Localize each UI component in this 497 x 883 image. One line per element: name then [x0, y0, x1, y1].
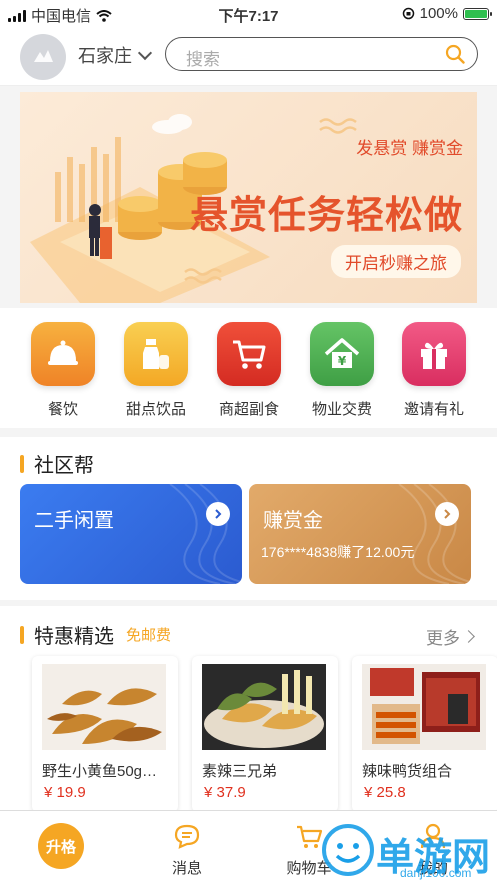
section-accent-bar [20, 454, 24, 473]
product-price: ¥ 37.9 [204, 784, 246, 801]
tab-messages[interactable]: 消息 [142, 817, 232, 878]
card-wave-decoration [169, 484, 242, 584]
product-name: 辣味鸭货组合 [362, 763, 453, 780]
gift-icon [402, 322, 466, 386]
watermark: 单游网 danji100.com [318, 818, 496, 880]
deals-title: 特惠精选 [34, 626, 114, 648]
category-label: 物业交费 [311, 401, 372, 418]
battery-icon [463, 7, 492, 20]
card-subtitle: 176****4838赚了12.00元 [261, 544, 415, 560]
category-label: 餐饮 [47, 401, 78, 418]
tab-label: 消息 [171, 860, 202, 877]
category-label: 甜点饮品 [125, 401, 186, 418]
product-card[interactable]: 辣味鸭货组合 ¥ 25.8 [352, 656, 497, 812]
chevron-right-icon [462, 630, 475, 643]
card-earn-bounty[interactable]: 赚赏金 176****4838赚了12.00元 [249, 484, 471, 584]
product-image [42, 664, 166, 750]
watermark-logo-icon [322, 824, 374, 876]
category-item-property-fee[interactable]: ¥ 物业交费 [302, 322, 382, 419]
category-item-desserts[interactable]: 甜点饮品 [116, 322, 196, 419]
svg-text:¥: ¥ [338, 354, 347, 368]
category-item-invite[interactable]: 邀请有礼 [394, 322, 474, 419]
category-item-supermarket[interactable]: 商超副食 [209, 322, 289, 419]
top-header: 石家庄 搜索 [0, 28, 497, 86]
shopping-cart-icon [217, 322, 281, 386]
orientation-lock-icon [402, 7, 414, 20]
status-bar: 中国电信 下午7:17 100% [0, 0, 497, 28]
chevron-down-icon [137, 45, 153, 60]
city-selector[interactable]: 石家庄 [78, 42, 153, 68]
banner-headline: 悬赏任务轻松做 [189, 195, 463, 237]
product-name: 素辣三兄弟 [202, 763, 278, 780]
card-secondhand[interactable]: 二手闲置 [20, 484, 242, 584]
product-image [362, 664, 486, 750]
more-link[interactable]: 更多 [426, 624, 475, 649]
product-card[interactable]: 素辣三兄弟 ¥ 37.9 [192, 656, 338, 812]
category-label: 邀请有礼 [403, 401, 464, 418]
card-title: 赚赏金 [263, 510, 323, 532]
product-name: 野生小黄鱼50g… [42, 763, 158, 780]
card-title: 二手闲置 [34, 510, 114, 532]
more-label: 更多 [426, 629, 460, 648]
logo-placeholder-icon [34, 50, 53, 62]
product-image [202, 664, 326, 750]
section-title: 社区帮 [20, 449, 94, 478]
category-grid: 餐饮 甜点饮品 商超副食 ¥ 物业交费 邀请有礼 [0, 308, 497, 428]
banner-tagline: 发悬赏 赚赏金 [356, 139, 463, 158]
watermark-url: danji100.com [400, 866, 472, 880]
battery-percent: 100% [419, 5, 458, 22]
product-price: ¥ 19.9 [44, 784, 86, 801]
search-placeholder: 搜索 [186, 50, 220, 69]
product-card[interactable]: 野生小黄鱼50g… ¥ 19.9 [32, 656, 178, 812]
milk-bottle-icon [124, 322, 188, 386]
tab-home[interactable]: 升格 [38, 823, 84, 869]
community-title: 社区帮 [34, 455, 94, 477]
section-accent-bar [20, 625, 24, 644]
banner-cta[interactable]: 开启秒赚之旅 [331, 245, 461, 278]
card-wave-decoration [398, 484, 471, 584]
search-input[interactable]: 搜索 [165, 37, 478, 71]
chevron-right-icon[interactable] [206, 502, 230, 526]
house-yen-icon: ¥ [310, 322, 374, 386]
chevron-right-icon[interactable] [435, 502, 459, 526]
search-icon[interactable] [445, 44, 465, 64]
category-item-dining[interactable]: 餐饮 [23, 322, 103, 419]
category-label: 商超副食 [218, 401, 279, 418]
avatar[interactable] [20, 34, 66, 80]
chat-bubble-icon [174, 824, 200, 849]
product-price: ¥ 25.8 [364, 784, 406, 801]
promo-banner[interactable]: 发悬赏 赚赏金 悬赏任务轻松做 开启秒赚之旅 [20, 92, 477, 303]
app-screen: 中国电信 下午7:17 100% 石家庄 搜索 发悬赏 赚赏金 悬赏任务轻松做 … [0, 0, 497, 883]
city-label: 石家庄 [78, 46, 132, 66]
community-section: 社区帮 二手闲置 赚赏金 176****4838赚了12.00元 [0, 437, 497, 600]
food-cloche-icon [31, 322, 95, 386]
section-title: 特惠精选 免邮费 [20, 620, 171, 649]
deals-section: 特惠精选 免邮费 更多 野生小黄鱼50g… ¥ 19.9 素辣三兄弟 ¥ 37.… [0, 606, 497, 812]
home-logo-text: 升格 [45, 838, 76, 856]
free-shipping-badge: 免邮费 [126, 627, 172, 644]
